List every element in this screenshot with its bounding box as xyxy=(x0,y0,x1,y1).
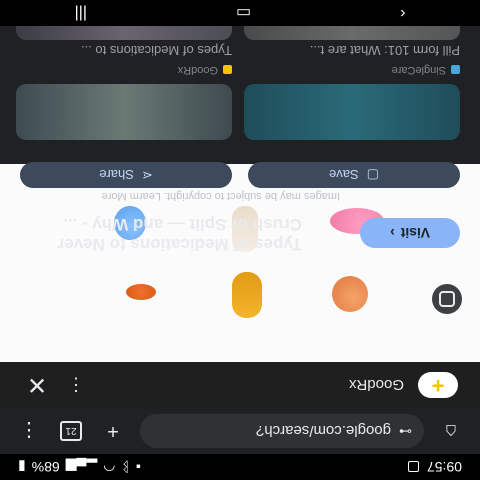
wifi-icon: ◠ xyxy=(103,459,116,476)
recents-icon[interactable]: ||| xyxy=(75,4,87,22)
new-tab-button[interactable]: + xyxy=(98,416,128,446)
share-button[interactable]: ⋖ Share xyxy=(20,162,232,188)
copyright-notice[interactable]: Images may be subject to copyright. Lear… xyxy=(18,190,340,202)
result-header: + GoodRx ⋮ ✕ xyxy=(0,362,480,408)
chevron-right-icon: › xyxy=(390,225,395,241)
site-settings-icon[interactable]: ⊶ xyxy=(399,423,412,439)
overflow-menu-button[interactable]: ⋮ xyxy=(14,416,44,446)
related-title-1[interactable]: Types of Medications to ... xyxy=(16,43,232,58)
visit-button[interactable]: Visit › xyxy=(360,218,460,248)
status-bar: 09:57 ▪ ᛒ ◠ ▂▄▆ 68% ▮ xyxy=(0,454,480,480)
battery-level: 68% xyxy=(31,459,60,475)
url-bar[interactable]: ⊶ google.com/search? xyxy=(140,414,424,448)
pill-orange-oval xyxy=(332,276,368,312)
home-button[interactable]: ⌂ xyxy=(436,416,466,446)
close-button[interactable]: ✕ xyxy=(22,371,52,400)
save-button[interactable]: ▢ Save xyxy=(248,162,460,188)
url-text: google.com/search? xyxy=(255,422,391,440)
share-label: Share xyxy=(99,167,134,183)
bookmark-icon: ▢ xyxy=(366,168,379,183)
more-options-icon[interactable]: ⋮ xyxy=(66,375,86,396)
goodrx-logo: + xyxy=(418,372,458,398)
battery-icon: ▮ xyxy=(18,459,26,476)
singlecare-source-icon xyxy=(451,65,460,75)
related-source-2: SingleCare xyxy=(392,64,460,76)
notification-icon xyxy=(407,461,419,473)
pill-orange-small xyxy=(126,284,156,300)
status-time: 09:57 xyxy=(426,459,462,475)
lens-icon[interactable] xyxy=(432,284,462,314)
signal-icon: ▂▄▆ xyxy=(65,459,98,476)
pill-yellow-capsule xyxy=(232,272,262,318)
home-icon[interactable]: ▭ xyxy=(236,3,251,23)
site-name: GoodRx xyxy=(348,376,404,394)
back-arrow-icon[interactable]: ‹ xyxy=(400,4,405,22)
screen: 09:57 ▪ ᛒ ◠ ▂▄▆ 68% ▮ ⌂ ⊶ google.com/sea… xyxy=(0,0,480,480)
result-title[interactable]: Types of Medications to Never Crush or S… xyxy=(18,214,302,254)
related-title-2[interactable]: Pill form 101: What are t... xyxy=(244,43,460,58)
related-image-1[interactable] xyxy=(16,84,232,140)
tab-count: 21 xyxy=(60,421,82,441)
related-source-1: GoodRx xyxy=(178,64,232,76)
share-icon: ⋖ xyxy=(141,168,153,183)
goodrx-source-icon xyxy=(223,65,232,75)
browser-toolbar: ⌂ ⊶ google.com/search? + 21 ⋮ xyxy=(0,408,480,454)
mute-icon: ▪ xyxy=(135,459,141,475)
system-nav-bar: ‹ ▭ ||| xyxy=(0,0,480,26)
tab-switcher-button[interactable]: 21 xyxy=(56,416,86,446)
bluetooth-icon: ᛒ xyxy=(121,459,130,475)
related-image-2[interactable] xyxy=(244,84,460,140)
visit-label: Visit xyxy=(400,225,430,241)
save-label: Save xyxy=(329,167,359,183)
